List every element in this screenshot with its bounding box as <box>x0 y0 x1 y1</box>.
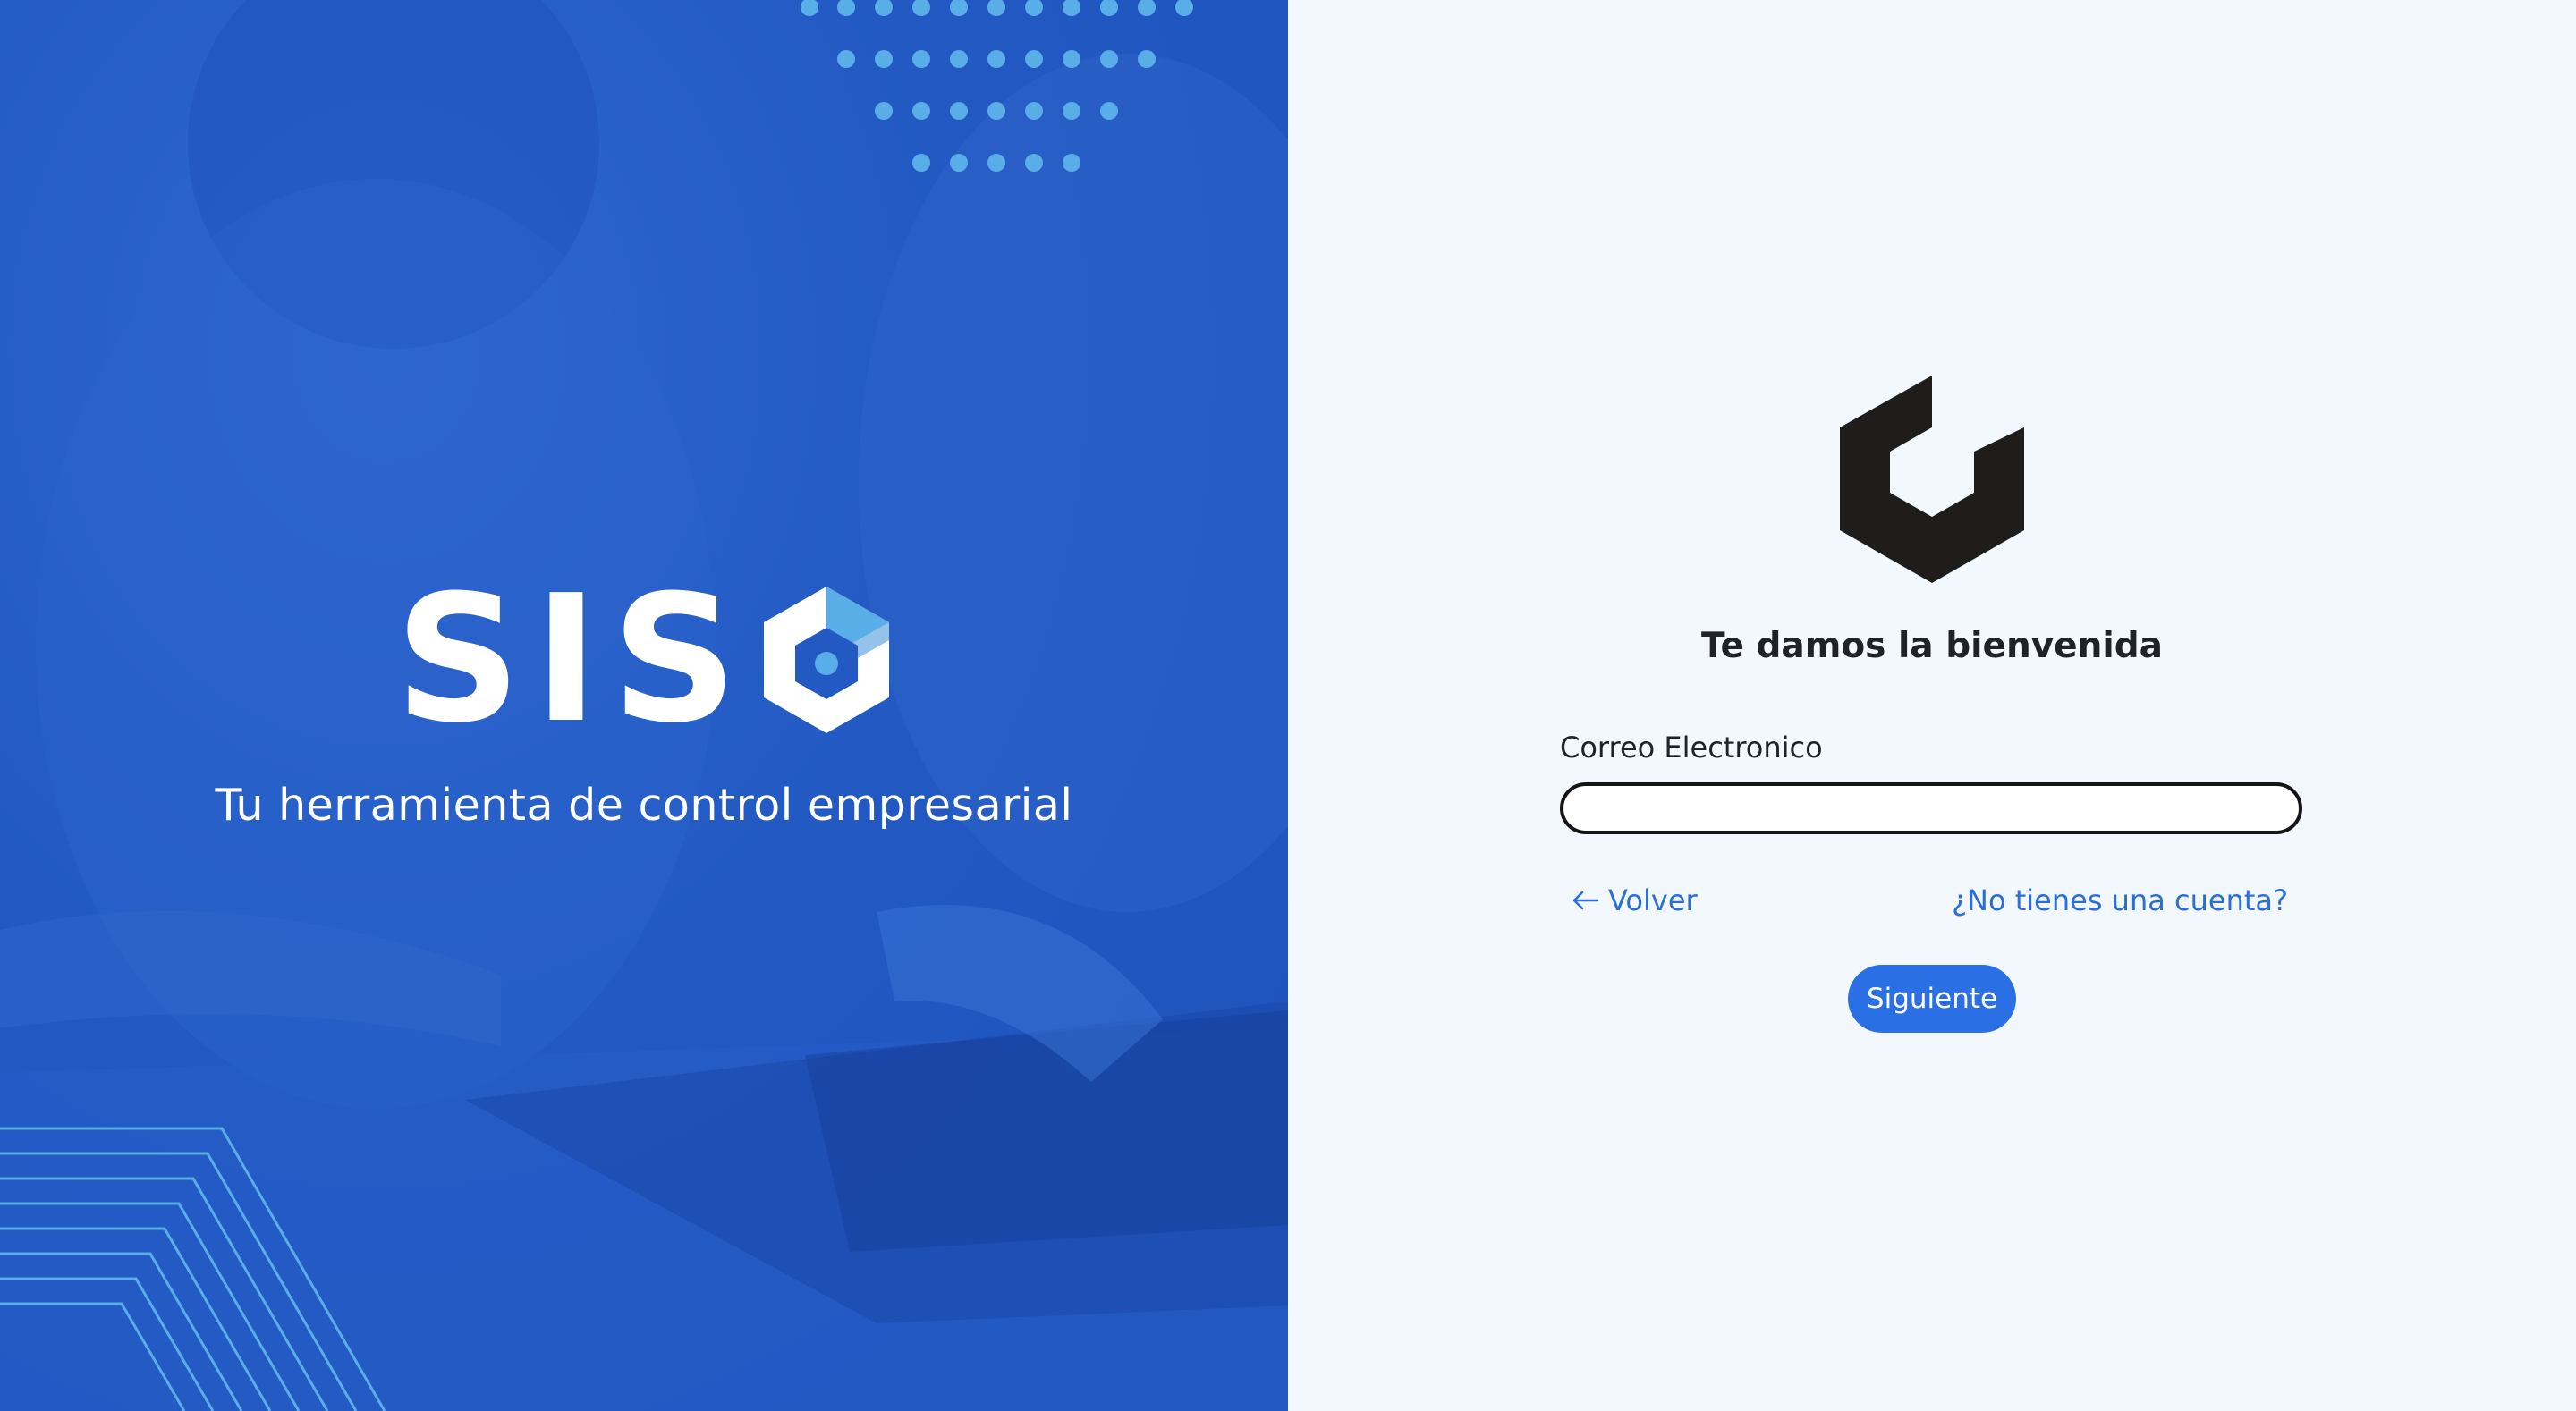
brand-letters: SIS <box>394 558 750 762</box>
welcome-title: Te damos la bienvenida <box>1701 626 2163 666</box>
back-link[interactable]: Volver <box>1572 883 1698 917</box>
back-link-label: Volver <box>1608 883 1698 917</box>
hero-panel: SIS Tu herramienta de control empresaria… <box>0 0 1288 1411</box>
login-page: SIS Tu herramienta de control empresaria… <box>0 0 2576 1411</box>
brand-block: SIS Tu herramienta de control empresaria… <box>0 572 1288 831</box>
email-label: Correo Electronico <box>1560 731 1823 765</box>
arrow-left-icon <box>1572 891 1599 910</box>
brand-hexagon-icon <box>763 587 889 733</box>
brand-logo: SIS <box>394 572 893 748</box>
brand-tagline: Tu herramienta de control empresarial <box>215 780 1073 831</box>
next-button[interactable]: Siguiente <box>1848 965 2016 1033</box>
login-panel <box>1288 0 2576 1411</box>
hexagon-logo-icon <box>1840 376 2024 583</box>
signup-link[interactable]: ¿No tienes una cuenta? <box>1952 883 2288 917</box>
email-input[interactable] <box>1560 782 2302 834</box>
